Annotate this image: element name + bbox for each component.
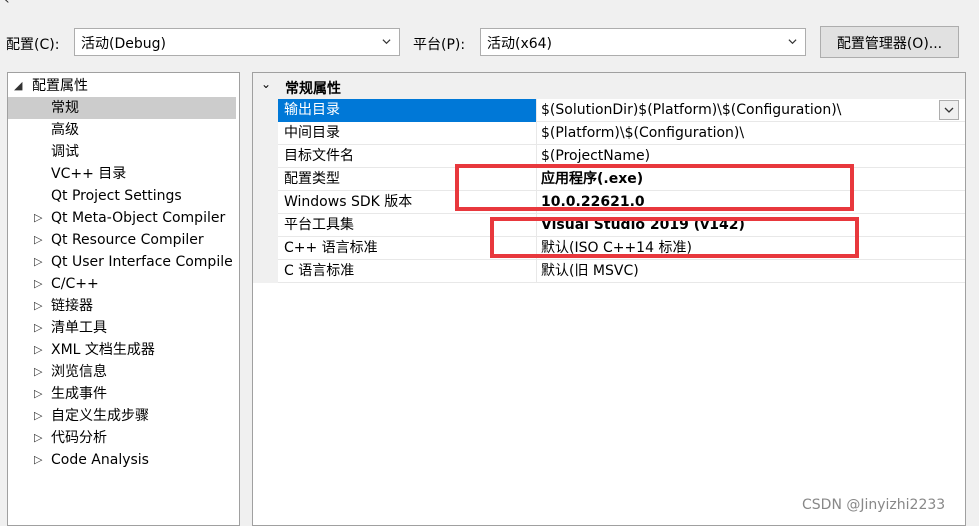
tree-item[interactable]: ▷ Qt Meta-Object Compiler xyxy=(8,207,239,229)
chevron-down-icon xyxy=(382,39,391,45)
tree-item-label: XML 文档生成器 xyxy=(51,342,155,358)
expand-triangle-icon[interactable]: ▷ xyxy=(34,229,42,251)
tree-item-label: Qt User Interface Compile xyxy=(51,254,233,270)
section-header[interactable]: ⌄ 常规属性 xyxy=(253,73,965,99)
platform-label: 平台(P): xyxy=(413,37,466,53)
property-value[interactable]: $(SolutionDir)$(Platform)\$(Configuratio… xyxy=(541,99,841,122)
tree-item-label: Qt Project Settings xyxy=(51,188,182,204)
tree-item[interactable]: ▷ 生成事件 xyxy=(8,383,239,405)
expand-triangle-icon[interactable]: ▷ xyxy=(34,383,42,405)
config-toolbar: 配置(C): 活动(Debug) 平台(P): 活动(x64) 配置管理器(O)… xyxy=(0,24,979,64)
section-title: 常规属性 xyxy=(285,81,341,97)
tree-item-label: 调试 xyxy=(51,144,79,160)
tree-item-label: Qt Meta-Object Compiler xyxy=(51,210,226,226)
tree-item[interactable]: 调试 xyxy=(8,141,239,163)
expanded-triangle-icon[interactable]: ◢ xyxy=(14,75,22,97)
tree-item-label: Code Analysis xyxy=(51,452,149,468)
title-bar: ‹ xyxy=(0,0,979,12)
platform-select-value: 活动(x64) xyxy=(487,36,553,52)
tree-item-label: 常规 xyxy=(51,100,79,116)
config-select-value: 活动(Debug) xyxy=(81,36,166,52)
expand-triangle-icon[interactable]: ▷ xyxy=(34,339,42,361)
expand-triangle-icon[interactable]: ▷ xyxy=(34,361,42,383)
property-grid: ⌄ 常规属性 输出目录 $(SolutionDir)$(Platform)\$(C… xyxy=(252,72,966,526)
tree-item[interactable]: ▷ Qt Resource Compiler xyxy=(8,229,239,251)
tree-item[interactable]: ▷ Qt User Interface Compile xyxy=(8,251,239,273)
property-name: 中间目录 xyxy=(278,122,537,145)
expand-triangle-icon[interactable]: ▷ xyxy=(34,317,42,339)
property-row[interactable]: 中间目录 $(Platform)\$(Configuration)\ xyxy=(278,122,965,145)
watermark: CSDN @Jinyizhi2233 xyxy=(802,497,946,513)
tree-item[interactable]: 高级 xyxy=(8,119,239,141)
config-select[interactable]: 活动(Debug) xyxy=(74,28,400,56)
tree-item[interactable]: 常规 xyxy=(8,97,236,119)
property-tree: ◢ 配置属性 常规高级调试 VC++ 目录 Qt Project Settings ▷… xyxy=(7,72,240,526)
expand-triangle-icon[interactable]: ▷ xyxy=(34,207,42,229)
chevron-down-icon xyxy=(944,107,954,113)
tree-item[interactable]: Qt Project Settings xyxy=(8,185,239,207)
collapse-chevron-icon[interactable]: ⌄ xyxy=(261,77,271,91)
annotation-box xyxy=(490,217,859,258)
tree-item-label: Qt Resource Compiler xyxy=(51,232,204,248)
value-dropdown-button[interactable] xyxy=(939,100,959,120)
expand-triangle-icon[interactable]: ▷ xyxy=(34,405,42,427)
tree-item[interactable]: ▷ 清单工具 xyxy=(8,317,239,339)
tree-item-label: VC++ 目录 xyxy=(51,166,127,182)
tree-item[interactable]: ▷ Code Analysis xyxy=(8,449,239,471)
expand-triangle-icon[interactable]: ▷ xyxy=(34,273,42,295)
tree-item-label: 自定义生成步骤 xyxy=(51,408,149,424)
expand-triangle-icon[interactable]: ▷ xyxy=(34,251,42,273)
tree-item[interactable]: ▷ 代码分析 xyxy=(8,427,239,449)
tree-item[interactable]: ▷ 链接器 xyxy=(8,295,239,317)
tree-item[interactable]: VC++ 目录 xyxy=(8,163,239,185)
property-row[interactable]: C 语言标准 默认(旧 MSVC) xyxy=(278,260,965,283)
expand-triangle-icon[interactable]: ▷ xyxy=(34,449,42,471)
expand-triangle-icon[interactable]: ▷ xyxy=(34,427,42,449)
tree-item-label: 高级 xyxy=(51,122,79,138)
platform-select[interactable]: 活动(x64) xyxy=(480,28,806,56)
property-name: C 语言标准 xyxy=(278,260,537,283)
expand-triangle-icon[interactable]: ▷ xyxy=(34,295,42,317)
tree-item-label: 浏览信息 xyxy=(51,364,107,380)
tree-item-label: 代码分析 xyxy=(51,430,107,446)
tree-item[interactable]: ▷ C/C++ xyxy=(8,273,239,295)
tree-item[interactable]: ▷ 浏览信息 xyxy=(8,361,239,383)
config-label: 配置(C): xyxy=(6,37,60,53)
chevron-down-icon xyxy=(788,39,797,45)
tree-item-label: C/C++ xyxy=(51,276,99,292)
tree-item-label: 生成事件 xyxy=(51,386,107,402)
annotation-box xyxy=(455,164,854,211)
property-row[interactable]: 输出目录 $(SolutionDir)$(Platform)\$(Configur… xyxy=(278,99,965,122)
grid-gutter xyxy=(253,99,278,283)
config-manager-button[interactable]: 配置管理器(O)... xyxy=(820,26,959,58)
property-name: 输出目录 xyxy=(278,99,537,122)
tree-item-label: 链接器 xyxy=(51,298,93,314)
tree-item-label: 清单工具 xyxy=(51,320,107,336)
tree-root[interactable]: ◢ 配置属性 xyxy=(8,75,239,97)
tree-root-label: 配置属性 xyxy=(32,78,88,94)
window-title: ‹ xyxy=(4,0,59,8)
tree-item[interactable]: ▷ 自定义生成步骤 xyxy=(8,405,239,427)
tree-item[interactable]: ▷ XML 文档生成器 xyxy=(8,339,239,361)
property-value[interactable]: $(Platform)\$(Configuration)\ xyxy=(541,122,744,145)
property-value[interactable]: 默认(旧 MSVC) xyxy=(541,260,639,283)
